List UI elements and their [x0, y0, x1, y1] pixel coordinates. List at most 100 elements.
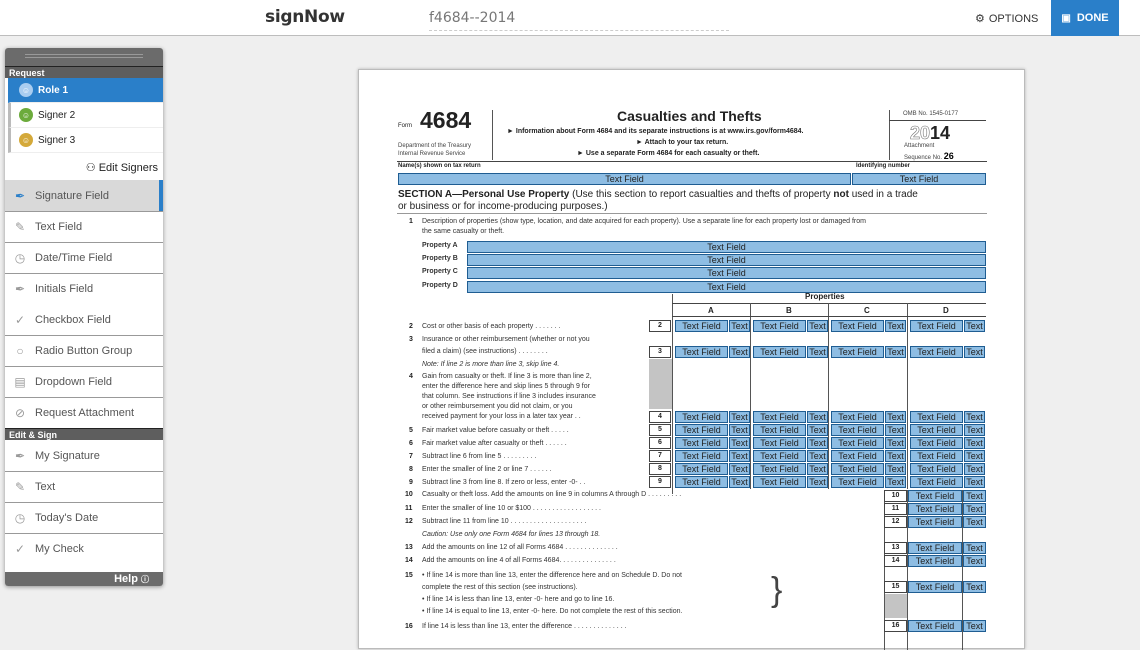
- role-item-role-1[interactable]: ☺ Role 1: [8, 78, 163, 103]
- property-a-text-field[interactable]: Text Field: [467, 241, 986, 253]
- line-12-cents-field[interactable]: Text: [963, 516, 986, 528]
- line-4-col-a-cents-field[interactable]: Text: [729, 411, 750, 423]
- property-c-text-field[interactable]: Text Field: [467, 267, 986, 279]
- line-7-col-a-cents-field[interactable]: Text: [729, 450, 750, 462]
- brand-logo[interactable]: signNow: [265, 7, 345, 27]
- line-9-col-b-text-field[interactable]: Text Field: [753, 476, 806, 488]
- line-3-col-d-cents-field[interactable]: Text: [964, 346, 985, 358]
- line-4-col-d-cents-field[interactable]: Text: [964, 411, 985, 423]
- line-4-col-c-cents-field[interactable]: Text: [885, 411, 906, 423]
- tool-initials-field[interactable]: ✒ Initials Field: [5, 273, 163, 304]
- line-5-col-b-cents-field[interactable]: Text: [807, 424, 828, 436]
- line-6-col-a-cents-field[interactable]: Text: [729, 437, 750, 449]
- tool-checkbox-field[interactable]: ✓ Checkbox Field: [5, 304, 163, 335]
- line-2-col-d-text-field[interactable]: Text Field: [910, 320, 963, 332]
- property-b-text-field[interactable]: Text Field: [467, 254, 986, 266]
- line-8-col-c-text-field[interactable]: Text Field: [831, 463, 884, 475]
- options-button[interactable]: ⚙ OPTIONS: [975, 12, 1038, 26]
- line-2-col-c-text-field[interactable]: Text Field: [831, 320, 884, 332]
- tool-text-field[interactable]: ✎ Text Field: [5, 211, 163, 242]
- line-8-col-a-text-field[interactable]: Text Field: [675, 463, 728, 475]
- identifying-number-text-field[interactable]: Text Field: [852, 173, 986, 185]
- line-15-cents-field[interactable]: Text: [963, 581, 986, 593]
- line-2-col-d-cents-field[interactable]: Text: [964, 320, 985, 332]
- document-name-input[interactable]: f4684--2014: [429, 10, 729, 31]
- line-7-col-d-text-field[interactable]: Text Field: [910, 450, 963, 462]
- line-13-text-field[interactable]: Text Field: [908, 542, 962, 554]
- line-5-col-d-cents-field[interactable]: Text: [964, 424, 985, 436]
- line-5-col-a-text-field[interactable]: Text Field: [675, 424, 728, 436]
- line-6-col-b-text-field[interactable]: Text Field: [753, 437, 806, 449]
- line-9-col-c-text-field[interactable]: Text Field: [831, 476, 884, 488]
- line-15-text-field[interactable]: Text Field: [908, 581, 962, 593]
- line-8-col-b-cents-field[interactable]: Text: [807, 463, 828, 475]
- line-10-text-field[interactable]: Text Field: [908, 490, 962, 502]
- line-3-col-c-text-field[interactable]: Text Field: [831, 346, 884, 358]
- line-10-cents-field[interactable]: Text: [963, 490, 986, 502]
- line-6-col-d-text-field[interactable]: Text Field: [910, 437, 963, 449]
- line-14-cents-field[interactable]: Text: [963, 555, 986, 567]
- line-3-col-d-text-field[interactable]: Text Field: [910, 346, 963, 358]
- line-9-col-c-cents-field[interactable]: Text: [885, 476, 906, 488]
- line-13-cents-field[interactable]: Text: [963, 542, 986, 554]
- property-d-text-field[interactable]: Text Field: [467, 281, 986, 293]
- line-6-col-c-text-field[interactable]: Text Field: [831, 437, 884, 449]
- line-16-cents-field[interactable]: Text: [963, 620, 986, 632]
- tool-todays-date[interactable]: ◷ Today's Date: [5, 502, 163, 533]
- line-5-col-b-text-field[interactable]: Text Field: [753, 424, 806, 436]
- line-8-col-c-cents-field[interactable]: Text: [885, 463, 906, 475]
- line-5-col-c-cents-field[interactable]: Text: [885, 424, 906, 436]
- line-4-col-a-text-field[interactable]: Text Field: [675, 411, 728, 423]
- line-6-col-a-text-field[interactable]: Text Field: [675, 437, 728, 449]
- panel-drag-handle[interactable]: [5, 48, 163, 66]
- line-8-col-b-text-field[interactable]: Text Field: [753, 463, 806, 475]
- tool-request-attachment[interactable]: ⊘ Request Attachment: [5, 397, 163, 428]
- line-2-col-a-cents-field[interactable]: Text: [729, 320, 750, 332]
- line-12-text-field[interactable]: Text Field: [908, 516, 962, 528]
- line-2-col-a-text-field[interactable]: Text Field: [675, 320, 728, 332]
- line-6-col-b-cents-field[interactable]: Text: [807, 437, 828, 449]
- help-link[interactable]: Help ⓘ: [5, 572, 163, 586]
- tool-my-signature[interactable]: ✒ My Signature: [5, 440, 163, 471]
- done-button[interactable]: ▣ DONE: [1051, 0, 1119, 36]
- line-4-col-b-text-field[interactable]: Text Field: [753, 411, 806, 423]
- line-7-col-c-text-field[interactable]: Text Field: [831, 450, 884, 462]
- line-7-col-c-cents-field[interactable]: Text: [885, 450, 906, 462]
- line-9-col-a-text-field[interactable]: Text Field: [675, 476, 728, 488]
- line-11-cents-field[interactable]: Text: [963, 503, 986, 515]
- line-3-col-a-cents-field[interactable]: Text: [729, 346, 750, 358]
- line-3-col-b-text-field[interactable]: Text Field: [753, 346, 806, 358]
- name-text-field[interactable]: Text Field: [398, 173, 851, 185]
- line-2-col-b-cents-field[interactable]: Text: [807, 320, 828, 332]
- line-6-col-c-cents-field[interactable]: Text: [885, 437, 906, 449]
- line-2-col-b-text-field[interactable]: Text Field: [753, 320, 806, 332]
- line-7-col-b-text-field[interactable]: Text Field: [753, 450, 806, 462]
- line-3-col-a-text-field[interactable]: Text Field: [675, 346, 728, 358]
- line-4-col-b-cents-field[interactable]: Text: [807, 411, 828, 423]
- line-11-text-field[interactable]: Text Field: [908, 503, 962, 515]
- tool-date-time-field[interactable]: ◷ Date/Time Field: [5, 242, 163, 273]
- line-14-text-field[interactable]: Text Field: [908, 555, 962, 567]
- line-5-col-a-cents-field[interactable]: Text: [729, 424, 750, 436]
- tool-dropdown-field[interactable]: ▤ Dropdown Field: [5, 366, 163, 397]
- tool-signature-field[interactable]: ✒ Signature Field: [5, 180, 163, 211]
- line-3-col-c-cents-field[interactable]: Text: [885, 346, 906, 358]
- tool-text[interactable]: ✎ Text: [5, 471, 163, 502]
- line-6-col-d-cents-field[interactable]: Text: [964, 437, 985, 449]
- line-16-text-field[interactable]: Text Field: [908, 620, 962, 632]
- line-4-col-d-text-field[interactable]: Text Field: [910, 411, 963, 423]
- role-item-signer-3[interactable]: ☺ Signer 3: [8, 128, 163, 153]
- tool-my-check[interactable]: ✓ My Check: [5, 533, 163, 564]
- line-7-col-b-cents-field[interactable]: Text: [807, 450, 828, 462]
- line-5-col-c-text-field[interactable]: Text Field: [831, 424, 884, 436]
- line-4-col-c-text-field[interactable]: Text Field: [831, 411, 884, 423]
- line-7-col-d-cents-field[interactable]: Text: [964, 450, 985, 462]
- line-9-col-d-text-field[interactable]: Text Field: [910, 476, 963, 488]
- line-2-col-c-cents-field[interactable]: Text: [885, 320, 906, 332]
- line-8-col-d-text-field[interactable]: Text Field: [910, 463, 963, 475]
- line-8-col-a-cents-field[interactable]: Text: [729, 463, 750, 475]
- line-8-col-d-cents-field[interactable]: Text: [964, 463, 985, 475]
- line-7-col-a-text-field[interactable]: Text Field: [675, 450, 728, 462]
- line-5-col-d-text-field[interactable]: Text Field: [910, 424, 963, 436]
- edit-signers-button[interactable]: ⚇ Edit Signers: [5, 153, 163, 180]
